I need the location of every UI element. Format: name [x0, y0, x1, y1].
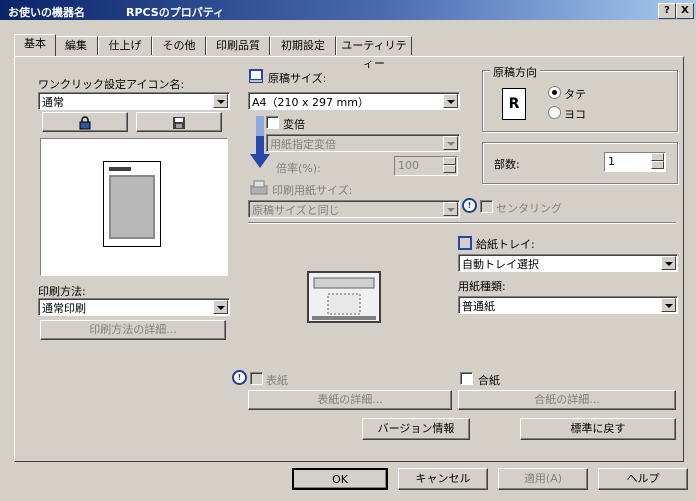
window-title: RPCSのプロパティ [126, 6, 225, 19]
spin-down-icon[interactable] [443, 165, 456, 173]
paper-tray-icon [458, 236, 472, 250]
page-preview [40, 138, 228, 276]
title-bar: お使いの機器名 RPCSのプロパティ ? X [0, 0, 696, 20]
scale-mode-select[interactable]: 用紙指定変倍 [266, 134, 460, 152]
orientation-portrait-label: タテ [564, 88, 586, 101]
spin-down-icon[interactable] [651, 161, 664, 169]
tab-defaults[interactable]: 初期設定 [270, 36, 336, 55]
paper-type-select[interactable]: 普通紙 [458, 296, 678, 314]
hint-icon[interactable]: ! [462, 198, 477, 213]
copies-spinner[interactable]: 1 [604, 152, 666, 172]
document-preview-icon [103, 161, 161, 247]
title-help-button[interactable]: ? [658, 3, 676, 19]
print-paper-size-value: 原稿サイズと同じ [252, 204, 340, 217]
spin-up-icon[interactable] [443, 157, 456, 165]
cover-checkbox[interactable] [250, 372, 263, 385]
orientation-landscape-radio[interactable] [548, 106, 561, 119]
print-method-select[interactable]: 通常印刷 [38, 298, 230, 316]
chevron-down-icon[interactable] [213, 300, 228, 314]
paper-tray-select[interactable]: 自動トレイ選択 [458, 254, 678, 272]
spin-up-icon[interactable] [651, 153, 664, 161]
orientation-label: 原稿方向 [490, 64, 540, 80]
paper-tray-value: 自動トレイ選択 [462, 258, 539, 271]
one-click-label: ワンクリック設定アイコン名: [38, 78, 185, 91]
tab-basic[interactable]: 基本 [14, 34, 56, 56]
original-size-label: 原稿サイズ: [268, 72, 327, 85]
slip-sheet-details-button[interactable]: 合紙の詳細... [458, 390, 676, 410]
print-paper-size-select[interactable]: 原稿サイズと同じ [248, 200, 460, 218]
floppy-disk-icon [173, 117, 185, 129]
slip-sheet-checkbox[interactable] [460, 372, 473, 385]
printer-name: お使いの機器名 [8, 6, 85, 19]
tab-finishing[interactable]: 仕上げ [98, 36, 152, 55]
scale-ratio-label: 倍率(%): [276, 162, 321, 175]
chevron-down-icon[interactable] [661, 298, 676, 312]
original-size-icon [249, 69, 263, 83]
separator [248, 222, 676, 224]
copies-label: 部数: [494, 158, 520, 171]
ok-button[interactable]: OK [292, 468, 388, 490]
centering-label: センタリング [496, 202, 562, 215]
one-click-select[interactable]: 通常 [38, 92, 230, 110]
one-click-value: 通常 [42, 96, 64, 109]
apply-button[interactable]: 適用(A) [498, 468, 588, 490]
tab-utility[interactable]: ユーティリティー [336, 36, 412, 70]
lock-settings-button[interactable] [42, 112, 128, 132]
centering-checkbox[interactable] [480, 200, 493, 213]
scale-mode-value: 用紙指定変倍 [270, 138, 336, 151]
scale-checkbox[interactable] [266, 116, 279, 129]
paper-type-label: 用紙種類: [458, 280, 506, 293]
original-size-value: A4（210 x 297 mm） [252, 96, 369, 109]
cancel-button[interactable]: キャンセル [398, 468, 488, 490]
print-method-label: 印刷方法: [38, 285, 86, 298]
scale-ratio-spinner[interactable]: 100 [394, 156, 458, 176]
copies-value: 1 [608, 155, 615, 168]
cover-details-button[interactable]: 表紙の詳細... [248, 390, 452, 410]
print-method-value: 通常印刷 [42, 302, 86, 315]
orientation-preview-icon: R [502, 88, 526, 120]
orientation-portrait-radio[interactable] [548, 86, 561, 99]
chevron-down-icon[interactable] [443, 94, 458, 108]
chevron-down-icon[interactable] [443, 202, 458, 216]
cover-label: 表紙 [266, 374, 288, 387]
print-method-details-button[interactable]: 印刷方法の詳細... [40, 320, 226, 340]
print-paper-size-label: 印刷用紙サイズ: [272, 184, 353, 197]
printer-image [307, 271, 381, 323]
help-button[interactable]: ヘルプ [598, 468, 688, 490]
chevron-down-icon[interactable] [213, 94, 228, 108]
scale-label: 変倍 [283, 118, 305, 131]
paper-type-value: 普通紙 [462, 300, 495, 313]
tab-other[interactable]: その他 [152, 36, 206, 55]
save-settings-button[interactable] [136, 112, 222, 132]
original-size-select[interactable]: A4（210 x 297 mm） [248, 92, 460, 110]
scale-ratio-value: 100 [398, 159, 419, 172]
tab-print-quality[interactable]: 印刷品質 [206, 36, 270, 55]
chevron-down-icon[interactable] [661, 256, 676, 270]
lock-icon [79, 116, 91, 130]
orientation-landscape-label: ヨコ [564, 108, 586, 121]
slip-sheet-label: 合紙 [478, 374, 500, 387]
chevron-down-icon[interactable] [443, 136, 458, 150]
restore-defaults-button[interactable]: 標準に戻す [520, 418, 676, 440]
close-button[interactable]: X [676, 3, 694, 19]
tab-edit[interactable]: 編集 [54, 36, 98, 55]
version-info-button[interactable]: バージョン情報 [362, 418, 470, 440]
hint-icon[interactable]: ! [232, 370, 247, 385]
paper-tray-label: 給紙トレイ: [476, 238, 535, 251]
printer-small-icon [250, 180, 268, 195]
